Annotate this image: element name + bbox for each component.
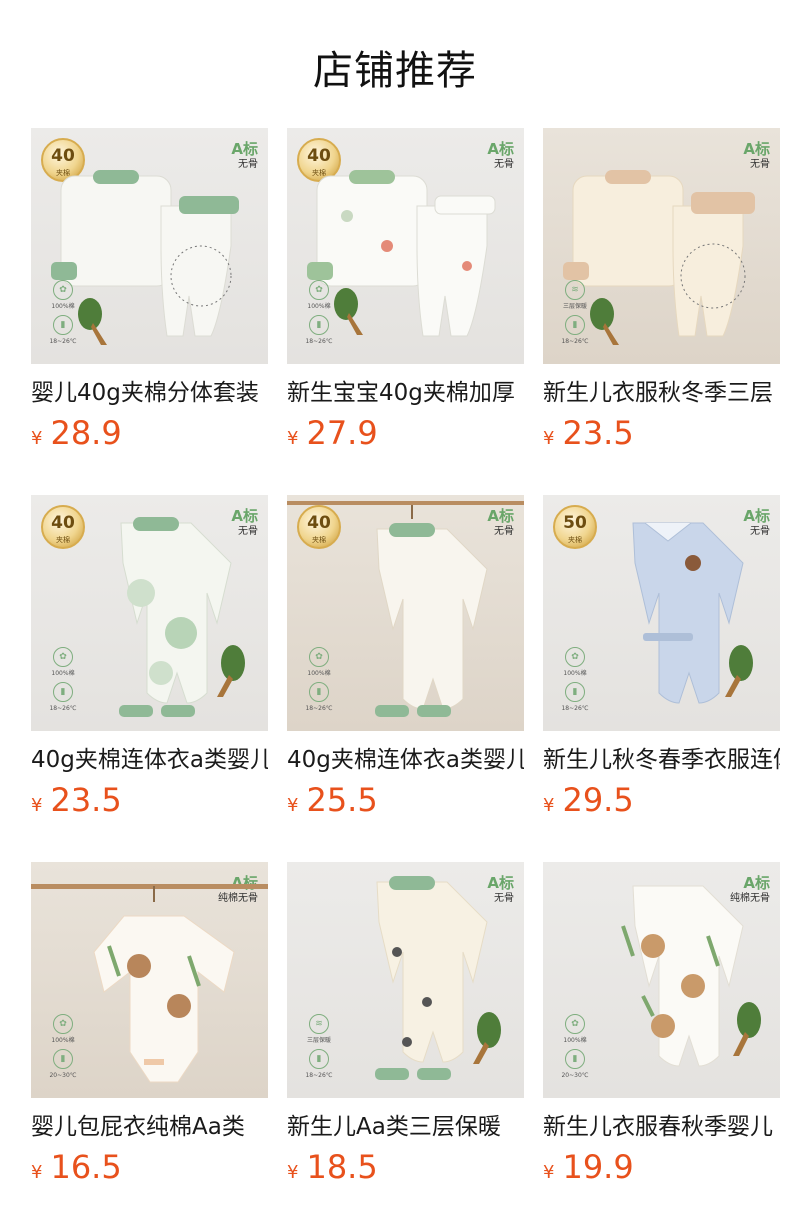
product-name[interactable]: 新生宝宝40g夹棉加厚 bbox=[287, 377, 524, 409]
cotton-icon: ✿ bbox=[309, 280, 329, 300]
product-image[interactable]: A标 纯棉无骨 ✿ 100%棉 ▮ 20~30℃ bbox=[543, 862, 780, 1098]
section-title: 店铺推荐 bbox=[313, 48, 477, 94]
product-price: ¥27.9 bbox=[287, 415, 524, 451]
product-card[interactable]: 50 夹棉 A标 无骨 ✿ 100%棉 ▮ 18~26℃ 新生儿秋冬春季衣服连体 ¥29… bbox=[543, 495, 780, 818]
product-image[interactable]: 40 夹棉 A标 无骨 ✿ 100%棉 ▮ 18~26℃ bbox=[287, 128, 524, 364]
product-image[interactable]: 40 夹棉 A标 无骨 ✿ 100%棉 ▮ 18~26℃ bbox=[31, 128, 268, 364]
product-image[interactable]: A标 纯棉无骨 ✿ 100%棉 ▮ 20~30℃ bbox=[31, 862, 268, 1098]
product-price: ¥19.9 bbox=[543, 1149, 780, 1185]
product-card[interactable]: 40 夹棉 A标 无骨 ✿ 100%棉 ▮ 18~26℃ 40g夹棉连体衣a类婴儿 ¥2… bbox=[31, 495, 268, 818]
product-name[interactable]: 新生儿衣服春秋季婴儿 bbox=[543, 1111, 780, 1143]
thermometer-icon: ▮ bbox=[309, 315, 329, 335]
product-name[interactable]: 婴儿包屁衣纯棉Aa类 bbox=[31, 1111, 268, 1143]
currency-symbol: ¥ bbox=[543, 428, 555, 449]
product-image[interactable]: 50 夹棉 A标 无骨 ✿ 100%棉 ▮ 18~26℃ bbox=[543, 495, 780, 731]
price-value: 18.5 bbox=[306, 1148, 378, 1186]
product-card[interactable]: 40 夹棉 A标 无骨 ✿ 100%棉 ▮ 18~26℃ 婴儿40g夹棉分体套装 ¥28… bbox=[31, 128, 268, 451]
product-card[interactable]: A标 纯棉无骨 ✿ 100%棉 ▮ 20~30℃ 婴儿包屁衣纯棉Aa类 ¥16.5 bbox=[31, 862, 268, 1185]
tree-decoration-icon bbox=[733, 1002, 761, 1056]
thermometer-icon: ▮ bbox=[53, 315, 73, 335]
warmth-layers-icon: ≋ bbox=[309, 1014, 329, 1034]
currency-symbol: ¥ bbox=[287, 795, 299, 816]
currency-symbol: ¥ bbox=[287, 428, 299, 449]
tree-decoration-icon bbox=[473, 1012, 501, 1064]
feature-icons: ✿ 100%棉 ▮ 18~26℃ bbox=[301, 280, 337, 350]
product-price: ¥18.5 bbox=[287, 1149, 524, 1185]
product-card[interactable]: 40 夹棉 A标 无骨 ✿ 100%棉 ▮ 18~26℃ 40g夹棉连体衣a类婴儿 ¥2… bbox=[287, 495, 524, 818]
currency-symbol: ¥ bbox=[543, 1162, 555, 1183]
feature-icons: ≋ 三层保暖 ▮ 18~26℃ bbox=[301, 1014, 337, 1084]
product-name[interactable]: 婴儿40g夹棉分体套装 bbox=[31, 377, 268, 409]
currency-symbol: ¥ bbox=[287, 1162, 299, 1183]
product-name[interactable]: 40g夹棉连体衣a类婴儿 bbox=[31, 744, 268, 776]
tree-decoration-icon bbox=[334, 288, 363, 335]
product-card[interactable]: 40 夹棉 A标 无骨 ✿ 100%棉 ▮ 18~26℃ 新生宝宝40g夹棉加厚 ¥27… bbox=[287, 128, 524, 451]
cotton-icon: ✿ bbox=[565, 1014, 585, 1034]
product-price: ¥29.5 bbox=[543, 782, 780, 818]
price-value: 23.5 bbox=[50, 781, 122, 819]
product-price: ¥28.9 bbox=[31, 415, 268, 451]
product-name[interactable]: 新生儿Aa类三层保暖 bbox=[287, 1111, 524, 1143]
product-card[interactable]: A标 纯棉无骨 ✿ 100%棉 ▮ 20~30℃ 新生儿衣服春秋季婴儿 ¥19.9 bbox=[543, 862, 780, 1185]
thermometer-icon: ▮ bbox=[565, 682, 585, 702]
price-value: 25.5 bbox=[306, 781, 378, 819]
tree-decoration-icon bbox=[590, 298, 619, 345]
product-card[interactable]: A标 无骨 ≋ 三层保暖 ▮ 18~26℃ 新生儿衣服秋冬季三层 ¥23.5 bbox=[543, 128, 780, 451]
product-name[interactable]: 40g夹棉连体衣a类婴儿 bbox=[287, 744, 524, 776]
price-value: 19.9 bbox=[562, 1148, 634, 1186]
product-image[interactable]: A标 无骨 ≋ 三层保暖 ▮ 18~26℃ bbox=[287, 862, 524, 1098]
product-price: ¥25.5 bbox=[287, 782, 524, 818]
feature-icons: ✿ 100%棉 ▮ 18~26℃ bbox=[45, 280, 81, 350]
feature-icons: ✿ 100%棉 ▮ 20~30℃ bbox=[557, 1014, 593, 1084]
feature-icons: ✿ 100%棉 ▮ 20~30℃ bbox=[45, 1014, 81, 1084]
romper-illustration bbox=[375, 505, 488, 717]
thermometer-icon: ▮ bbox=[565, 315, 585, 335]
price-value: 28.9 bbox=[50, 414, 122, 452]
product-image[interactable]: 40 夹棉 A标 无骨 ✿ 100%棉 ▮ 18~26℃ bbox=[287, 495, 524, 731]
thermometer-icon: ▮ bbox=[309, 1049, 329, 1069]
price-value: 29.5 bbox=[562, 781, 634, 819]
product-card[interactable]: A标 无骨 ≋ 三层保暖 ▮ 18~26℃ 新生儿Aa类三层保暖 ¥18.5 bbox=[287, 862, 524, 1185]
currency-symbol: ¥ bbox=[543, 795, 555, 816]
price-value: 16.5 bbox=[50, 1148, 122, 1186]
currency-symbol: ¥ bbox=[31, 428, 43, 449]
thermometer-icon: ▮ bbox=[53, 1049, 73, 1069]
currency-symbol: ¥ bbox=[31, 795, 43, 816]
thermometer-icon: ▮ bbox=[565, 1049, 585, 1069]
cotton-icon: ✿ bbox=[53, 647, 73, 667]
tree-decoration-icon bbox=[725, 645, 753, 697]
product-image[interactable]: 40 夹棉 A标 无骨 ✿ 100%棉 ▮ 18~26℃ bbox=[31, 495, 268, 731]
thermometer-icon: ▮ bbox=[53, 682, 73, 702]
cotton-icon: ✿ bbox=[53, 1014, 73, 1034]
bodysuit-illustration bbox=[93, 886, 235, 1083]
cotton-icon: ✿ bbox=[565, 647, 585, 667]
feature-icons: ✿ 100%棉 ▮ 18~26℃ bbox=[45, 647, 81, 717]
product-price: ¥23.5 bbox=[31, 782, 268, 818]
currency-symbol: ¥ bbox=[31, 1162, 43, 1183]
tree-decoration-icon bbox=[78, 298, 107, 345]
product-price: ¥23.5 bbox=[543, 415, 780, 451]
feature-icons: ✿ 100%棉 ▮ 18~26℃ bbox=[301, 647, 337, 717]
cotton-icon: ✿ bbox=[309, 647, 329, 667]
price-value: 23.5 bbox=[562, 414, 634, 452]
thermometer-icon: ▮ bbox=[309, 682, 329, 702]
feature-icons: ✿ 100%棉 ▮ 18~26℃ bbox=[557, 647, 593, 717]
product-name[interactable]: 新生儿秋冬春季衣服连体 bbox=[543, 744, 780, 776]
feature-icons: ≋ 三层保暖 ▮ 18~26℃ bbox=[557, 280, 593, 350]
product-grid: 40 夹棉 A标 无骨 ✿ 100%棉 ▮ 18~26℃ 婴儿40g夹棉分体套装 ¥28… bbox=[31, 128, 790, 1230]
price-value: 27.9 bbox=[306, 414, 378, 452]
product-price: ¥16.5 bbox=[31, 1149, 268, 1185]
warmth-layers-icon: ≋ bbox=[565, 280, 585, 300]
cotton-icon: ✿ bbox=[53, 280, 73, 300]
tree-decoration-icon bbox=[217, 645, 245, 697]
product-name[interactable]: 新生儿衣服秋冬季三层 bbox=[543, 377, 780, 409]
product-image[interactable]: A标 无骨 ≋ 三层保暖 ▮ 18~26℃ bbox=[543, 128, 780, 364]
